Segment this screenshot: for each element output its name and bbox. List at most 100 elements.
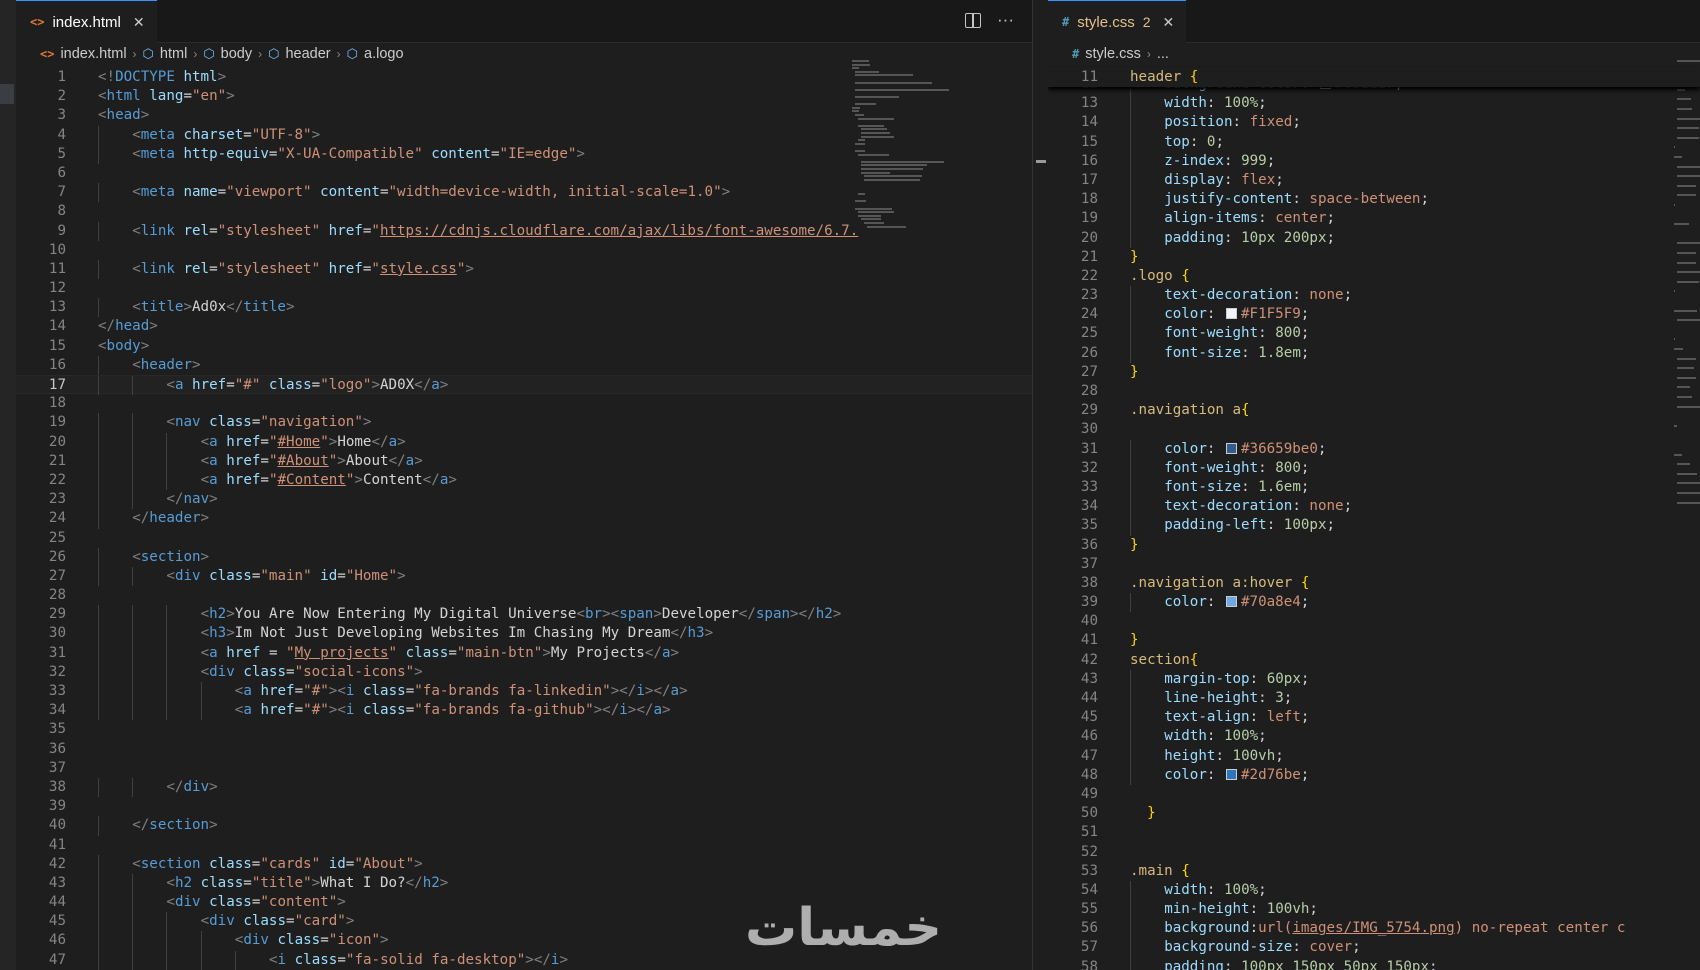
code-line[interactable]: 17 display: flex; (1048, 170, 1700, 191)
code-line[interactable]: 46 width: 100%; (1048, 727, 1700, 747)
code-line[interactable]: 26 font-size: 1.8em; (1048, 343, 1700, 363)
code-line[interactable]: 42 section{ (1048, 651, 1700, 670)
code-line[interactable]: 38 </div> (16, 777, 1032, 798)
code-line[interactable]: 56 background:url(images/IMG_5754.png) no… (1048, 919, 1700, 939)
minimap-right[interactable] (1674, 60, 1700, 620)
color-swatch[interactable] (1226, 442, 1237, 454)
code-line[interactable]: 16 z-index: 999; (1048, 151, 1700, 171)
tab-index-html[interactable]: <> index.html ✕ (16, 0, 157, 43)
code-line[interactable]: 14 position: fixed; (1048, 113, 1700, 133)
code-line[interactable]: 14 </head> (16, 317, 1032, 336)
code-line[interactable]: 33 font-size: 1.6em; (1048, 477, 1700, 498)
code-line[interactable]: 24 color: #F1F5F9; (1048, 305, 1700, 325)
code-line[interactable]: 34 <a href="#"><i class="fa-brands fa-git… (16, 701, 1032, 721)
code-line[interactable]: 25 font-weight: 800; (1048, 324, 1700, 344)
code-line[interactable]: 57 background-size: cover; (1048, 938, 1700, 958)
breadcrumb-item[interactable]: a.logo (364, 46, 404, 62)
code-line[interactable]: 35 (16, 720, 1032, 739)
code-line[interactable]: 19 align-items: center; (1048, 209, 1700, 229)
code-line[interactable]: 41} (1048, 631, 1700, 650)
code-line[interactable]: 45 text-align: left; (1048, 708, 1700, 728)
code-line[interactable]: 30 (1048, 420, 1700, 439)
code-line[interactable]: 22 .logo { (1048, 267, 1700, 286)
code-line[interactable]: 27} (1048, 363, 1700, 382)
code-line[interactable]: 24 </header> (16, 509, 1032, 529)
code-line[interactable]: 32 <div class="social-icons"> (16, 662, 1032, 682)
code-line[interactable]: 37 (1048, 555, 1700, 574)
code-line[interactable]: 33 <a href="#"><i class="fa-brands fa-lin… (16, 682, 1032, 702)
code-line[interactable]: 55 min-height: 100vh; (1048, 900, 1700, 920)
code-line[interactable]: 30 <h3>Im Not Just Developing Websites Im… (16, 624, 1032, 644)
code-line[interactable]: 36 (16, 740, 1032, 759)
code-line[interactable]: 28 (16, 586, 1032, 605)
code-line[interactable]: 22 <a href="#Content">Content</a> (16, 470, 1032, 491)
code-line[interactable]: 58 padding: 100px 150px 50px 150px; (1048, 957, 1700, 970)
code-line[interactable]: 13 width: 100%; (1048, 94, 1700, 114)
code-line[interactable]: 43 <h2 class="title">What I Do?</h2> (16, 873, 1032, 894)
code-line[interactable]: 20 <a href="#Home">Home</a> (16, 432, 1032, 452)
code-line[interactable]: 21 <a href="#About">About</a> (16, 451, 1032, 471)
code-line[interactable]: 54 width: 100%; (1048, 880, 1700, 901)
code-line[interactable]: 16 <header> (16, 355, 1032, 375)
close-icon[interactable]: ✕ (1163, 14, 1175, 31)
code-line[interactable]: 36} (1048, 536, 1700, 555)
color-swatch[interactable] (1226, 768, 1237, 780)
code-line[interactable]: 35 padding-left: 100px; (1048, 516, 1700, 536)
code-line[interactable]: 21} (1048, 248, 1700, 267)
code-line[interactable]: 18 justify-content: space-between; (1048, 190, 1700, 210)
code-line[interactable]: 26 <section> (16, 547, 1032, 567)
code-line[interactable]: 38 .navigation a:hover { (1048, 574, 1700, 593)
scrollbar-thumb[interactable] (1036, 160, 1046, 163)
code-line[interactable]: 37 (16, 759, 1032, 778)
breadcrumb-item[interactable]: ... (1157, 46, 1169, 62)
code-line[interactable]: 47 height: 100vh; (1048, 746, 1700, 766)
code-line[interactable]: 39 color: #70a8e4; (1048, 593, 1700, 613)
code-line[interactable]: 15 <body> (16, 337, 1032, 356)
code-line[interactable]: 25 (16, 529, 1032, 548)
code-line[interactable]: 32 font-weight: 800; (1048, 458, 1700, 478)
code-line[interactable]: 49 (1048, 785, 1700, 804)
code-line[interactable]: 29 <h2>You Are Now Entering My Digital Un… (16, 605, 1032, 625)
code-line[interactable]: 19 <nav class="navigation"> (16, 413, 1032, 433)
code-line[interactable]: 17 <a href="#" class="logo">AD0X</a> (16, 375, 1032, 396)
code-line[interactable]: 44 line-height: 3; (1048, 689, 1700, 709)
code-line[interactable]: 39 (16, 797, 1032, 816)
code-line[interactable]: 13 <title>Ad0x</title> (16, 298, 1032, 318)
code-line[interactable]: 18 (16, 394, 1032, 413)
code-line[interactable]: 40 (1048, 612, 1700, 631)
code-line[interactable]: 34 text-decoration: none; (1048, 497, 1700, 517)
code-line[interactable]: 41 (16, 836, 1032, 855)
code-line[interactable]: 42 <section class="cards" id="About"> (16, 854, 1032, 874)
code-line[interactable]: 12 (16, 279, 1032, 298)
breadcrumb-item[interactable]: header (285, 46, 330, 62)
code-line[interactable]: 51 (1048, 823, 1700, 842)
sticky-scroll-line[interactable]: 11 header { (1048, 68, 1700, 88)
split-editor-icon[interactable] (965, 13, 982, 28)
color-swatch[interactable] (1226, 596, 1237, 608)
color-swatch[interactable] (1226, 308, 1237, 320)
code-line[interactable]: 15 top: 0; (1048, 132, 1700, 152)
code-line[interactable]: 48 color: #2d76be; (1048, 765, 1700, 785)
code-editor-right[interactable]: 11header {12background-color: #0b1117;13… (1048, 68, 1700, 970)
code-line[interactable]: 23 </nav> (16, 490, 1032, 510)
tab-style-css[interactable]: # style.css 2 ✕ (1048, 0, 1187, 43)
code-line[interactable]: 31 color: #36659be0; (1048, 439, 1700, 459)
code-line[interactable]: 23 text-decoration: none; (1048, 286, 1700, 306)
code-line[interactable]: 53 .main { (1048, 862, 1700, 881)
code-line[interactable]: 29 .navigation a{ (1048, 401, 1700, 420)
code-line[interactable]: 28 (1048, 382, 1700, 401)
breadcrumb-item[interactable]: html (160, 46, 187, 62)
breadcrumb-item[interactable]: index.html (60, 46, 126, 62)
more-actions-icon[interactable]: ··· (997, 10, 1014, 30)
code-line[interactable]: 27 <div class="main" id="Home"> (16, 566, 1032, 587)
breadcrumb-item[interactable]: body (221, 46, 252, 62)
code-line[interactable]: 43 margin-top: 60px; (1048, 669, 1700, 689)
breadcrumb-item[interactable]: style.css (1085, 46, 1141, 62)
code-line[interactable]: 20 padding: 10px 200px; (1048, 228, 1700, 248)
code-line[interactable]: 40 </section> (16, 816, 1032, 836)
code-line[interactable]: 52 (1048, 843, 1700, 862)
code-line[interactable]: 31 <a href = "My projects" class="main-bt… (16, 643, 1032, 663)
close-icon[interactable]: ✕ (133, 14, 145, 31)
minimap-left[interactable] (852, 60, 952, 270)
code-line[interactable]: 50 } (1048, 804, 1700, 823)
